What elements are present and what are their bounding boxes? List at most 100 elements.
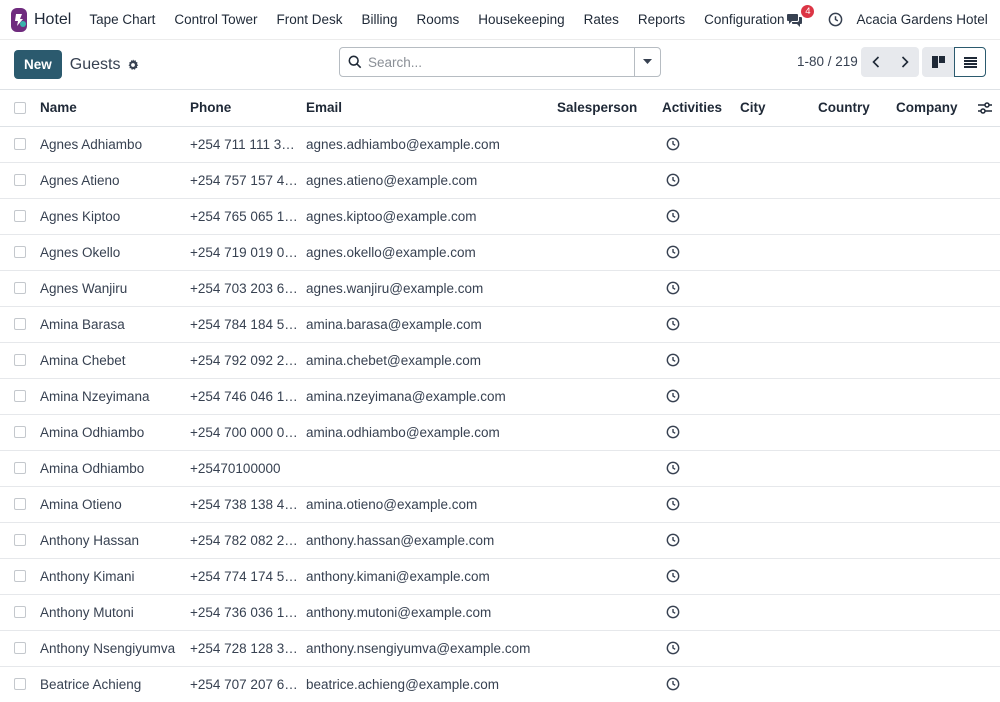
table-row[interactable]: Anthony Hassan +254 782 082 2… anthony.has… — [0, 522, 1000, 559]
chevron-left-icon[interactable] — [861, 47, 890, 77]
activity-clock-icon[interactable] — [662, 245, 740, 259]
row-checkbox[interactable] — [14, 498, 26, 510]
guest-name[interactable]: Agnes Kiptoo — [40, 198, 190, 235]
row-checkbox[interactable] — [14, 210, 26, 222]
menu-front-desk[interactable]: Front Desk — [276, 12, 342, 27]
guest-name[interactable]: Agnes Atieno — [40, 162, 190, 199]
menu-rooms[interactable]: Rooms — [417, 12, 460, 27]
table-row[interactable]: Anthony Nsengiyumva +254 728 128 3… anthon… — [0, 630, 1000, 667]
table-row[interactable]: Amina Chebet +254 792 092 2… amina.chebet@… — [0, 342, 1000, 379]
table-row[interactable]: Anthony Kimani +254 774 174 5… anthony.kim… — [0, 558, 1000, 595]
table-row[interactable]: Agnes Atieno +254 757 157 4… agnes.atieno@… — [0, 162, 1000, 199]
select-all-checkbox[interactable] — [14, 101, 26, 114]
table-row[interactable]: Amina Odhiambo +25470100000 — [0, 450, 1000, 487]
activity-clock-icon[interactable] — [662, 281, 740, 295]
row-checkbox[interactable] — [14, 282, 26, 294]
menu-reports[interactable]: Reports — [638, 12, 685, 27]
guest-name[interactable]: Amina Chebet — [40, 342, 190, 379]
column-country[interactable]: Country — [818, 90, 896, 127]
table-row[interactable]: Anthony Mutoni +254 736 036 1… anthony.mut… — [0, 594, 1000, 631]
row-checkbox[interactable] — [14, 462, 26, 474]
activity-clock-icon[interactable] — [662, 137, 740, 151]
menu-control-tower[interactable]: Control Tower — [174, 12, 257, 27]
row-checkbox[interactable] — [14, 246, 26, 258]
row-checkbox[interactable] — [14, 534, 26, 546]
table-row[interactable]: Amina Barasa +254 784 184 5… amina.barasa@… — [0, 306, 1000, 343]
activity-clock-icon[interactable] — [662, 317, 740, 331]
row-checkbox[interactable] — [14, 318, 26, 330]
row-checkbox[interactable] — [14, 354, 26, 366]
guest-salesperson — [557, 126, 662, 163]
new-button[interactable]: New — [14, 50, 62, 79]
column-city[interactable]: City — [740, 90, 818, 127]
guest-name[interactable]: Agnes Adhiambo — [40, 126, 190, 163]
guest-name[interactable]: Amina Odhiambo — [40, 450, 190, 487]
menu-rates[interactable]: Rates — [584, 12, 619, 27]
guest-name[interactable]: Agnes Wanjiru — [40, 270, 190, 307]
table-row[interactable]: Amina Otieno +254 738 138 4… amina.otieno@… — [0, 486, 1000, 523]
row-checkbox[interactable] — [14, 606, 26, 618]
column-phone[interactable]: Phone — [190, 90, 306, 127]
table-row[interactable]: Beatrice Achieng +254 707 207 6… beatrice.… — [0, 666, 1000, 702]
row-checkbox[interactable] — [14, 138, 26, 150]
table-row[interactable]: Amina Odhiambo +254 700 000 0… amina.odhia… — [0, 414, 1000, 451]
activity-clock-icon[interactable] — [662, 569, 740, 583]
guest-name[interactable]: Amina Odhiambo — [40, 414, 190, 451]
guest-city — [740, 306, 818, 343]
guest-name[interactable]: Amina Barasa — [40, 306, 190, 343]
pager-value[interactable]: 1-80 / 219 — [797, 54, 858, 69]
table-row[interactable]: Amina Nzeyimana +254 746 046 1… amina.nzey… — [0, 378, 1000, 415]
activity-clock-icon[interactable] — [662, 677, 740, 691]
menu-tape-chart[interactable]: Tape Chart — [89, 12, 155, 27]
row-checkbox[interactable] — [14, 174, 26, 186]
app-name[interactable]: Hotel — [34, 11, 71, 29]
table-row[interactable]: Agnes Wanjiru +254 703 203 6… agnes.wanjir… — [0, 270, 1000, 307]
column-company[interactable]: Company — [896, 90, 976, 127]
table-row[interactable]: Agnes Okello +254 719 019 0… agnes.okello@… — [0, 234, 1000, 271]
list-view-icon[interactable] — [954, 47, 986, 77]
activity-clock-icon[interactable] — [662, 389, 740, 403]
chat-icon[interactable]: 4 — [784, 4, 815, 31]
guest-salesperson — [557, 450, 662, 487]
guest-name[interactable]: Anthony Mutoni — [40, 594, 190, 631]
menu-configuration[interactable]: Configuration — [704, 12, 784, 27]
activity-clock-icon[interactable] — [662, 641, 740, 655]
table-row[interactable]: Agnes Kiptoo +254 765 065 1… agnes.kiptoo@… — [0, 198, 1000, 235]
guest-name[interactable]: Amina Nzeyimana — [40, 378, 190, 415]
column-name[interactable]: Name — [40, 90, 190, 127]
caret-down-icon[interactable] — [634, 48, 660, 76]
kanban-view-icon[interactable] — [922, 47, 954, 77]
activity-clock-icon[interactable] — [662, 533, 740, 547]
guest-name[interactable]: Anthony Hassan — [40, 522, 190, 559]
row-checkbox[interactable] — [14, 678, 26, 690]
app-logo-icon[interactable] — [11, 7, 27, 32]
activity-clock-icon[interactable] — [662, 353, 740, 367]
guest-name[interactable]: Beatrice Achieng — [40, 666, 190, 702]
menu-billing[interactable]: Billing — [361, 12, 397, 27]
row-checkbox[interactable] — [14, 390, 26, 402]
gear-icon[interactable] — [127, 58, 139, 71]
column-email[interactable]: Email — [306, 90, 557, 127]
column-activities[interactable]: Activities — [662, 90, 740, 127]
activity-clock-icon[interactable] — [662, 173, 740, 187]
guest-name[interactable]: Anthony Nsengiyumva — [40, 630, 190, 667]
activity-clock-icon[interactable] — [662, 605, 740, 619]
search-input[interactable] — [368, 54, 623, 70]
guest-name[interactable]: Amina Otieno — [40, 486, 190, 523]
clock-icon[interactable] — [824, 9, 846, 31]
column-settings-icon[interactable] — [976, 102, 1000, 114]
chevron-right-icon[interactable] — [890, 47, 919, 77]
menu-housekeeping[interactable]: Housekeeping — [478, 12, 564, 27]
table-row[interactable]: Agnes Adhiambo +254 711 111 3… agnes.adhia… — [0, 126, 1000, 163]
activity-clock-icon[interactable] — [662, 209, 740, 223]
column-salesperson[interactable]: Salesperson — [557, 90, 662, 127]
company-switcher[interactable]: Acacia Gardens Hotel — [856, 12, 987, 27]
guest-name[interactable]: Agnes Okello — [40, 234, 190, 271]
activity-clock-icon[interactable] — [662, 497, 740, 511]
activity-clock-icon[interactable] — [662, 461, 740, 475]
row-checkbox[interactable] — [14, 570, 26, 582]
row-checkbox[interactable] — [14, 642, 26, 654]
activity-clock-icon[interactable] — [662, 425, 740, 439]
guest-name[interactable]: Anthony Kimani — [40, 558, 190, 595]
row-checkbox[interactable] — [14, 426, 26, 438]
